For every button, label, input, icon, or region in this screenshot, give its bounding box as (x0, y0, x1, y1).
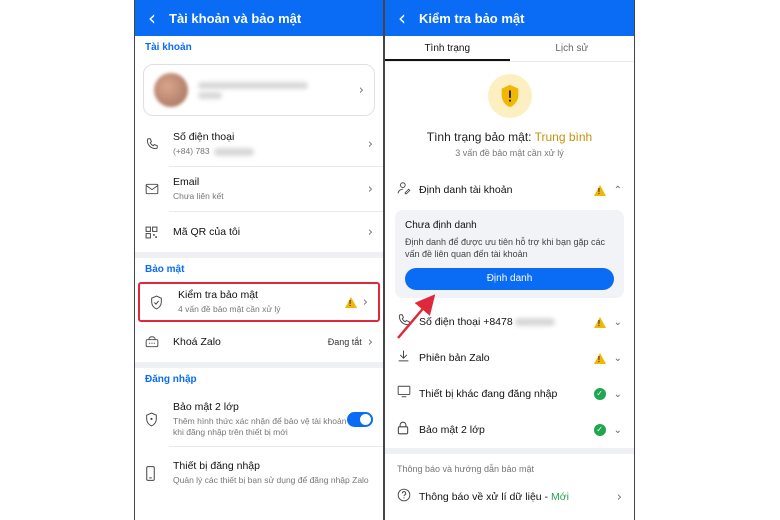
identify-button[interactable]: Định danh (405, 268, 614, 290)
chevron-down-icon: ⌄ (613, 352, 622, 364)
help-circle-icon (397, 488, 419, 507)
back-icon[interactable]: ‹ (135, 6, 169, 30)
page-title: Tài khoản và bảo mật (169, 10, 302, 26)
chevron-right-icon: › (367, 334, 373, 350)
back-icon[interactable]: ‹ (385, 6, 419, 30)
monitor-icon (397, 385, 419, 403)
chevron-right-icon: › (362, 294, 368, 310)
security-check-row[interactable]: Kiểm tra bảo mật 4 vấn đề bảo mật cần xử… (138, 282, 380, 322)
chevron-right-icon: › (367, 181, 373, 197)
qr-row[interactable]: Mã QR của tôi › (135, 212, 383, 252)
tab-history[interactable]: Lịch sử (510, 36, 635, 61)
two-factor-check-label: Bảo mật 2 lớp (419, 424, 485, 436)
two-factor-toggle[interactable] (347, 411, 373, 427)
chevron-down-icon: ⌄ (613, 424, 622, 436)
shield-check-icon (150, 295, 174, 310)
blurred-name (198, 81, 308, 89)
warning-icon (593, 316, 606, 328)
user-edit-icon (397, 181, 419, 200)
zalo-lock-label: Khoá Zalo (173, 336, 221, 348)
identity-card-text: Định danh để được ưu tiên hỗ trợ khi bạn… (405, 237, 605, 259)
lock-icon (397, 421, 419, 440)
two-factor-check-row[interactable]: Bảo mật 2 lớp ✓ ⌄ (385, 412, 634, 448)
warning-icon (593, 352, 606, 364)
shield-icon (145, 412, 169, 427)
phone-icon (397, 313, 419, 332)
section-security-label: Bảo mật (145, 264, 185, 275)
login-devices-label: Thiết bị đăng nhập (173, 460, 260, 472)
security-check-screen: ‹ Kiểm tra bảo mật Tình trạng Lịch sử Tì… (384, 0, 635, 520)
identity-row[interactable]: Định danh tài khoản ⌃ (385, 172, 634, 208)
blurred-phone (514, 318, 555, 327)
qr-code-icon (145, 226, 169, 239)
keypad-lock-icon (145, 336, 169, 348)
login-devices-sub: Quản lý các thiết bị bạn sử dụng để đăng… (173, 475, 369, 485)
chevron-down-icon: ⌄ (613, 316, 622, 328)
zalo-lock-row[interactable]: Khoá Zalo Đang tắt › (135, 322, 383, 362)
notice-label: Thông báo về xử lí dữ liệu - (419, 491, 549, 503)
warning-icon (593, 184, 606, 196)
phone-label: Số điện thoại (173, 131, 235, 143)
chevron-up-icon: ⌃ (613, 184, 622, 196)
shield-warning-icon (487, 74, 532, 118)
security-check-sub: 4 vấn đề bảo mật cần xử lý (178, 304, 281, 314)
page-title: Kiểm tra bảo mật (419, 10, 525, 26)
account-security-screen: ‹ Tài khoản và bảo mật Tài khoản › Số đi… (134, 0, 384, 520)
chevron-right-icon: › (367, 136, 373, 152)
email-value: Chưa liên kết (173, 191, 224, 201)
chevron-right-icon: › (616, 489, 622, 505)
check-circle-icon: ✓ (593, 424, 606, 436)
identity-card-title: Chưa định danh (405, 220, 477, 231)
login-devices-row[interactable]: Thiết bị đăng nhập Quản lý các thiết bị … (135, 447, 383, 499)
tab-bar: Tình trạng Lịch sử (385, 36, 634, 62)
security-status: Tình trạng bảo mật: Trung bình (385, 130, 634, 144)
two-factor-row[interactable]: Bảo mật 2 lớp Thêm hình thức xác nhận để… (135, 392, 383, 446)
identity-card: Chưa định danh Định danh để được ưu tiên… (395, 210, 624, 298)
phone-value: (+84) 783 (173, 146, 210, 156)
avatar (154, 73, 188, 107)
zalo-lock-status: Đang tắt (327, 337, 362, 347)
two-factor-sub: Thêm hình thức xác nhận để bảo vệ tài kh… (173, 415, 347, 437)
phone-check-row[interactable]: Số điện thoại +8478 ⌄ (385, 304, 634, 340)
email-row[interactable]: Email Chưa liên kết › (135, 167, 383, 211)
new-badge: Mới (550, 491, 569, 503)
section-login-label: Đăng nhập (145, 374, 197, 385)
chevron-right-icon: › (358, 82, 364, 98)
security-check-label: Kiểm tra bảo mật (178, 289, 258, 301)
version-label: Phiên bản Zalo (419, 352, 490, 364)
footer-section-label: Thông báo và hướng dẫn bảo mật (397, 464, 535, 474)
qr-label: Mã QR của tôi (173, 226, 241, 238)
profile-card[interactable]: › (143, 64, 375, 116)
two-factor-label: Bảo mật 2 lớp (173, 400, 239, 413)
chevron-right-icon: › (367, 224, 373, 240)
security-status-sub: 3 vấn đề bảo mật cần xử lý (455, 148, 564, 158)
section-account-label: Tài khoản (145, 42, 192, 53)
check-circle-icon: ✓ (593, 388, 606, 400)
other-devices-row[interactable]: Thiết bị khác đang đăng nhập ✓ ⌄ (385, 376, 634, 412)
security-status-prefix: Tình trạng bảo mật: (426, 130, 532, 144)
download-icon (397, 349, 419, 368)
chevron-down-icon: ⌄ (613, 388, 622, 400)
warning-icon (344, 296, 357, 308)
identity-label: Định danh tài khoản (419, 184, 513, 196)
phone-device-icon (145, 465, 169, 481)
phone-row[interactable]: Số điện thoại (+84) 783 › (135, 122, 383, 166)
blurred-phone (214, 147, 254, 156)
phone-icon (145, 137, 169, 151)
phone-check-label: Số điện thoại +8478 (419, 316, 513, 328)
email-label: Email (173, 176, 200, 188)
notice-row[interactable]: Thông báo về xử lí dữ liệu - Mới › (385, 482, 634, 512)
top-bar: ‹ Tài khoản và bảo mật (135, 0, 383, 36)
tab-status[interactable]: Tình trạng (385, 36, 510, 61)
mail-icon (145, 183, 169, 195)
version-row[interactable]: Phiên bản Zalo ⌄ (385, 340, 634, 376)
other-devices-label: Thiết bị khác đang đăng nhập (419, 388, 558, 400)
security-status-value: Trung bình (534, 130, 593, 144)
top-bar: ‹ Kiểm tra bảo mật (385, 0, 634, 36)
blurred-detail (198, 91, 222, 99)
